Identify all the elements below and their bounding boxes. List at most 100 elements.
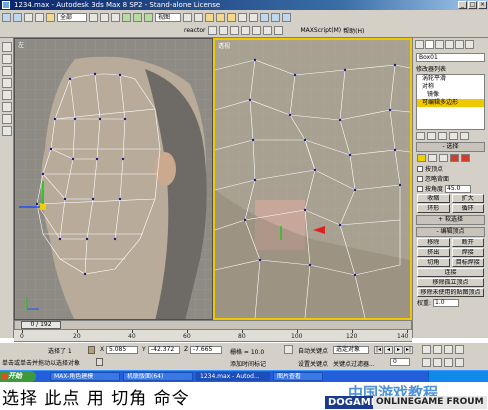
undo-icon[interactable]	[2, 13, 11, 22]
display-tab-icon[interactable]	[455, 40, 464, 49]
extrude-button[interactable]: 挤出	[417, 248, 450, 257]
make-unique-icon[interactable]	[438, 132, 447, 140]
ignore-backfacing-option[interactable]: 忽略背面	[417, 174, 484, 183]
border-mode-icon[interactable]	[439, 154, 448, 162]
y-coordinate-field[interactable]: -42.372	[148, 346, 180, 354]
edge-mode-icon[interactable]	[428, 154, 437, 162]
current-frame-field[interactable]: 0	[390, 358, 410, 366]
zoom-extents-icon[interactable]	[444, 345, 453, 354]
reactor-icon-4[interactable]	[240, 26, 250, 35]
zoom-icon[interactable]	[422, 345, 431, 354]
pivot-icon[interactable]	[183, 13, 192, 22]
help-menu[interactable]: 帮助(H)	[343, 26, 364, 35]
modifier-item[interactable]: 镜像	[417, 91, 484, 99]
redo-icon[interactable]	[13, 13, 22, 22]
motion-tab-icon[interactable]	[445, 40, 454, 49]
time-slider[interactable]: 0 / 192	[14, 320, 412, 330]
tool-icon-2[interactable]	[2, 54, 12, 64]
taskbar-item-active[interactable]: 1234.max - Autod...	[196, 372, 270, 381]
time-tag-icon[interactable]	[96, 358, 103, 366]
link-icon[interactable]	[24, 13, 33, 22]
soft-selection-rollout[interactable]: 软选择	[416, 215, 485, 225]
modify-tab-icon[interactable]	[425, 40, 434, 49]
scale-icon[interactable]	[144, 13, 153, 22]
arc-rotate-icon[interactable]	[433, 358, 442, 367]
remove-isolated-button[interactable]: 移除孤立顶点	[417, 278, 484, 287]
by-angle-checkbox[interactable]	[417, 185, 423, 192]
by-vertex-option[interactable]: 按顶点	[417, 164, 484, 173]
configure-sets-icon[interactable]	[460, 132, 469, 140]
pin-stack-icon[interactable]	[416, 132, 425, 140]
z-coordinate-field[interactable]: -7.665	[190, 346, 222, 354]
add-time-tag-button[interactable]: 添加时间标记	[230, 359, 266, 368]
minimize-button[interactable]: _	[458, 1, 467, 9]
chamfer-button[interactable]: 切角	[417, 258, 450, 267]
select-by-name-icon[interactable]	[100, 13, 109, 22]
field-of-view-icon[interactable]	[444, 358, 453, 367]
tool-icon-5[interactable]	[2, 90, 12, 100]
material-editor-icon[interactable]	[260, 13, 269, 22]
weight-spinner[interactable]: 1.0	[433, 298, 460, 307]
viewport-left-label[interactable]: 左	[18, 40, 24, 49]
zoom-extents-all-icon[interactable]	[455, 345, 464, 354]
connect-button[interactable]: 连接	[417, 268, 484, 277]
tool-icon-6[interactable]	[2, 102, 12, 112]
start-button[interactable]: 开始	[0, 371, 36, 382]
tool-icon-7[interactable]	[2, 114, 12, 124]
modifier-item[interactable]: 涡轮平滑	[417, 75, 484, 83]
x-coordinate-field[interactable]: 5.085	[106, 346, 138, 354]
mirror-icon[interactable]	[238, 13, 247, 22]
selection-filter-dropdown[interactable]: 全部	[57, 13, 87, 22]
edit-vertices-rollout[interactable]: 编辑顶点	[416, 227, 485, 237]
target-weld-button[interactable]: 目标焊接	[451, 258, 484, 267]
time-slider-thumb[interactable]: 0 / 192	[21, 321, 61, 329]
percent-snap-icon[interactable]	[227, 13, 236, 22]
reactor-icon-2[interactable]	[218, 26, 228, 35]
grow-button[interactable]: 扩大	[451, 194, 484, 203]
ignore-backfacing-checkbox[interactable]	[417, 175, 423, 182]
polygon-mode-icon[interactable]	[450, 154, 459, 162]
by-angle-option[interactable]: 按角度 45.0	[417, 184, 484, 193]
set-key-button[interactable]: 设置关键点	[298, 359, 328, 368]
reference-coordinate-dropdown[interactable]: 视图	[155, 13, 181, 22]
select-manipulate-icon[interactable]	[194, 13, 203, 22]
tool-icon-1[interactable]	[2, 42, 12, 52]
by-angle-spinner[interactable]: 45.0	[445, 184, 472, 193]
modifier-stack[interactable]: 涡轮平滑 对称 镜像 可编辑多边形	[416, 74, 485, 130]
reactor-icon-3[interactable]	[229, 26, 239, 35]
quick-render-icon[interactable]	[282, 13, 291, 22]
selection-lock-icon[interactable]	[88, 346, 95, 354]
utilities-tab-icon[interactable]	[465, 40, 474, 49]
loop-button[interactable]: 循环	[451, 204, 484, 213]
right-viewport-canvas[interactable]	[215, 40, 410, 318]
weld-button[interactable]: 焊接	[451, 248, 484, 257]
key-filters-button[interactable]: 关键点过滤器...	[333, 359, 375, 368]
object-name-field[interactable]: Box01	[416, 53, 485, 62]
close-button[interactable]: ×	[478, 1, 487, 9]
shrink-button[interactable]: 收缩	[417, 194, 450, 203]
bind-space-warp-icon[interactable]	[46, 13, 55, 22]
reactor-menu[interactable]: reactor	[184, 27, 206, 34]
unlink-icon[interactable]	[35, 13, 44, 22]
modifier-list-dropdown[interactable]: 修改器列表	[416, 64, 485, 73]
prev-frame-icon[interactable]: ◂	[384, 346, 393, 354]
break-button[interactable]: 断开	[451, 238, 484, 247]
render-setup-icon[interactable]	[271, 13, 280, 22]
move-icon[interactable]	[122, 13, 131, 22]
modifier-item[interactable]: 对称	[417, 83, 484, 91]
maximize-button[interactable]: □	[468, 1, 477, 9]
remove-button[interactable]: 移除	[417, 238, 450, 247]
remove-unused-map-button[interactable]: 移除未使用的贴图顶点	[417, 288, 484, 297]
hierarchy-tab-icon[interactable]	[435, 40, 444, 49]
next-frame-icon[interactable]: ▸|	[404, 346, 413, 354]
reactor-icon-7[interactable]	[273, 26, 283, 35]
pan-icon[interactable]	[422, 358, 431, 367]
element-mode-icon[interactable]	[461, 154, 470, 162]
taskbar-item[interactable]: 机联版面(64)	[123, 372, 193, 381]
tool-icon-4[interactable]	[2, 78, 12, 88]
by-vertex-checkbox[interactable]	[417, 165, 423, 172]
zoom-all-icon[interactable]	[433, 345, 442, 354]
go-to-start-icon[interactable]: |◂	[374, 346, 383, 354]
align-icon[interactable]	[249, 13, 258, 22]
rotate-icon[interactable]	[133, 13, 142, 22]
